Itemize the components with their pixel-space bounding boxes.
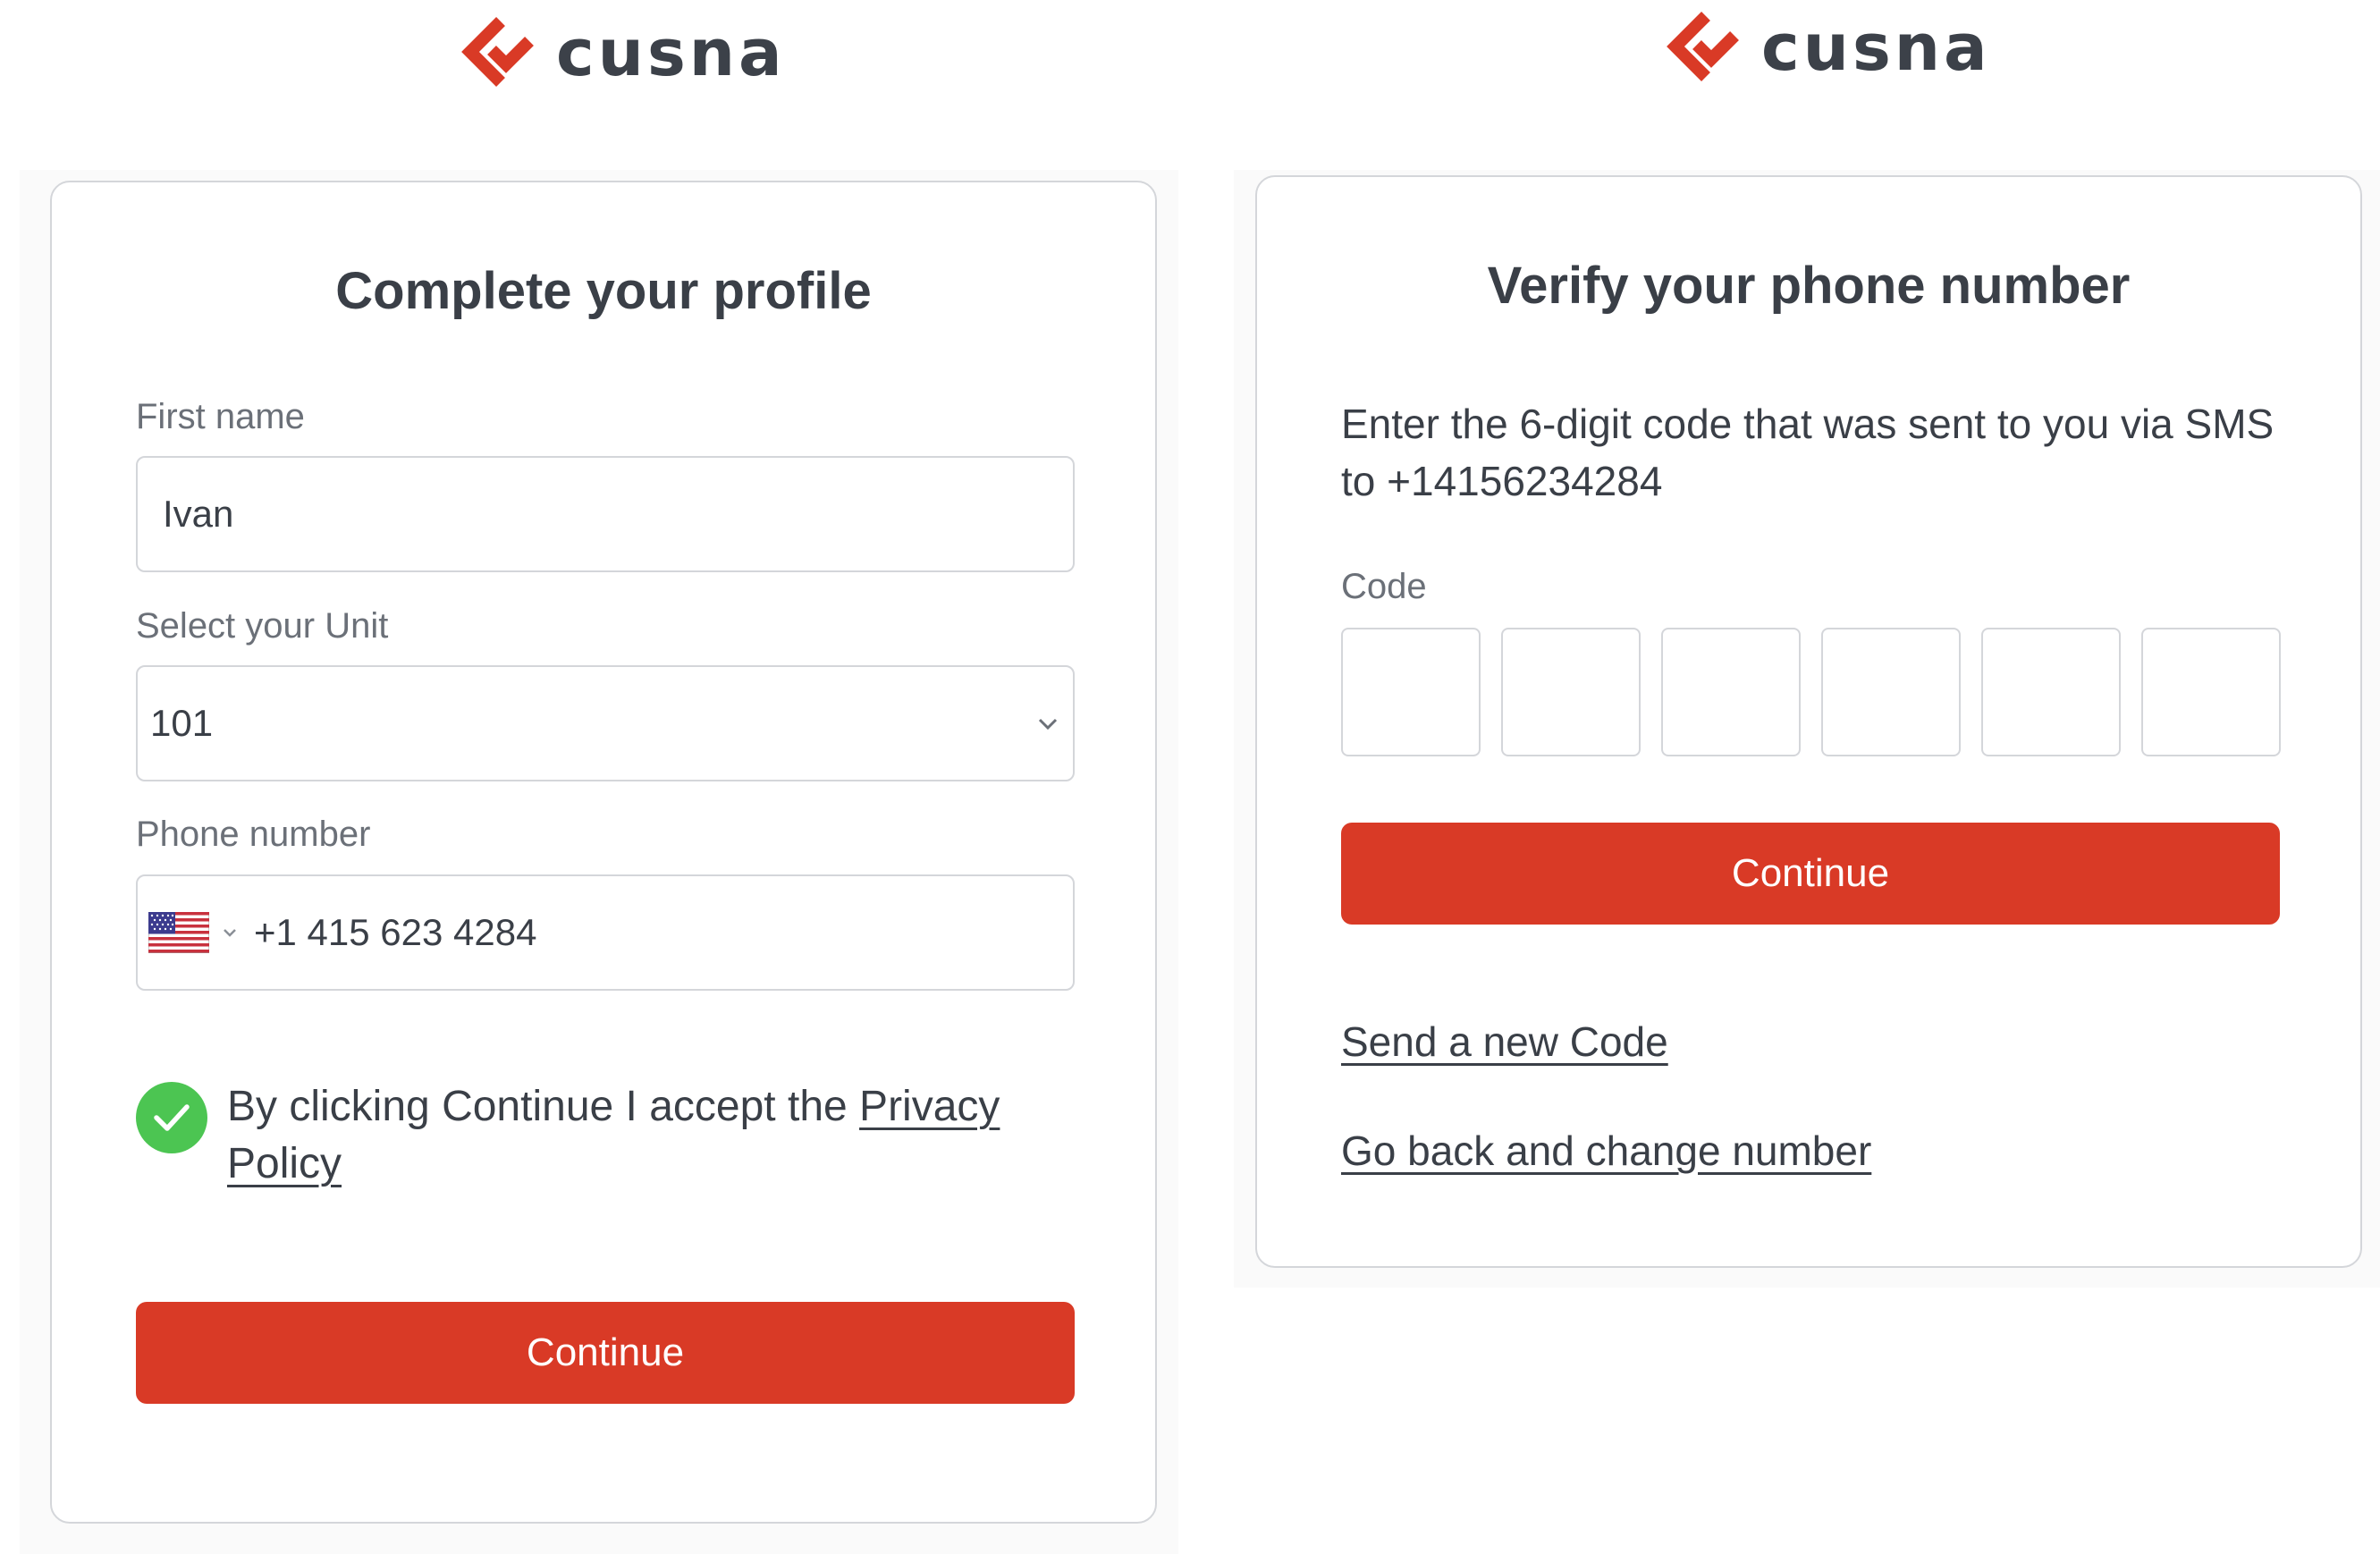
- profile-card: Complete your profile First name Ivan Se…: [50, 181, 1157, 1524]
- change-number-link[interactable]: Go back and change number: [1341, 1127, 1871, 1175]
- brand-wordmark: cusna: [556, 15, 786, 90]
- brand-logo: cusna: [1667, 11, 1991, 84]
- code-digit-input[interactable]: [2141, 628, 2281, 756]
- unit-value: 101: [150, 702, 214, 744]
- code-digit-input[interactable]: [1341, 628, 1481, 756]
- code-digit-input[interactable]: [1981, 628, 2121, 756]
- unit-label: Select your Unit: [136, 606, 389, 646]
- send-new-code-link[interactable]: Send a new Code: [1341, 1018, 1668, 1066]
- first-name-field[interactable]: Ivan: [136, 456, 1075, 572]
- us-flag-icon[interactable]: [148, 912, 209, 953]
- code-label: Code: [1341, 567, 1427, 606]
- checkmark-icon: [154, 1104, 190, 1131]
- consent-text: By clicking Continue I accept the Privac…: [227, 1078, 1085, 1193]
- cusna-logo-icon: [461, 17, 534, 87]
- code-digit-input[interactable]: [1661, 628, 1801, 756]
- page-title: Verify your phone number: [1487, 257, 2131, 315]
- continue-button[interactable]: Continue: [1341, 823, 2280, 925]
- consent-checkbox[interactable]: [136, 1082, 207, 1153]
- brand-wordmark: cusna: [1761, 10, 1991, 85]
- code-digit-input[interactable]: [1501, 628, 1641, 756]
- first-name-value: Ivan: [163, 493, 234, 535]
- brand-logo: cusna: [461, 16, 786, 89]
- phone-value: +1 415 623 4284: [254, 911, 537, 953]
- country-chevron-icon[interactable]: [222, 926, 238, 939]
- unit-select[interactable]: 101: [136, 665, 1075, 781]
- consent-label: By clicking Continue I accept the: [227, 1083, 860, 1130]
- phone-label: Phone number: [136, 815, 371, 854]
- cusna-logo-icon: [1667, 12, 1739, 81]
- first-name-label: First name: [136, 397, 305, 436]
- continue-button[interactable]: Continue: [136, 1302, 1075, 1404]
- page-title: Complete your profile: [335, 262, 872, 320]
- screen: cusna Complete your profile First name I…: [0, 0, 2380, 1554]
- chevron-down-icon: [1038, 718, 1058, 731]
- phone-field[interactable]: +1 415 623 4284: [136, 874, 1075, 991]
- code-digit-input[interactable]: [1821, 628, 1961, 756]
- verify-card: Verify your phone number Enter the 6-dig…: [1255, 175, 2362, 1268]
- verify-description: Enter the 6-digit code that was sent to …: [1341, 401, 2275, 504]
